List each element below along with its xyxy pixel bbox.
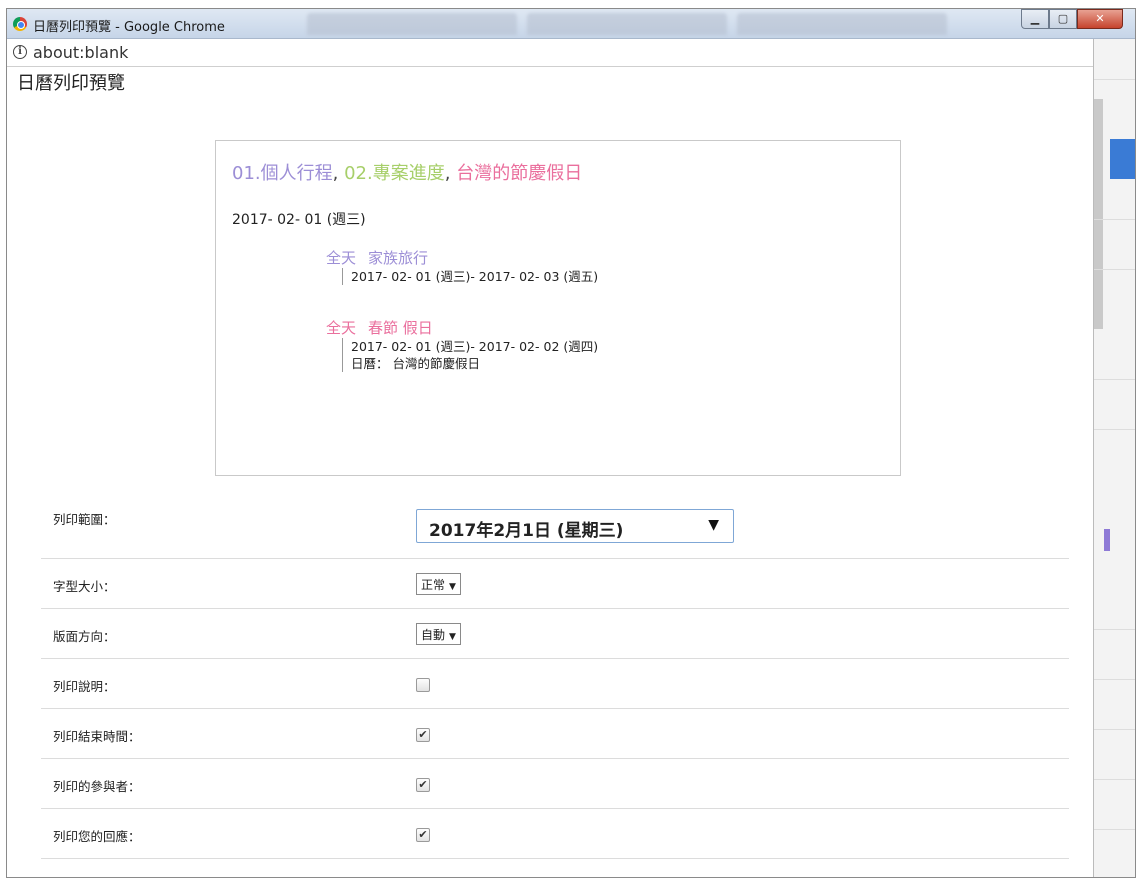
background-tab bbox=[527, 13, 727, 35]
dropdown-arrow-icon: ▼ bbox=[449, 632, 456, 642]
setting-row-response: 列印您的回應： ✔ bbox=[41, 809, 1069, 859]
divider bbox=[1094, 829, 1135, 830]
range-value: 2017年2月1日 (星期三) bbox=[429, 521, 624, 541]
maximize-button[interactable]: ▢ bbox=[1049, 9, 1077, 29]
event-range: 2017- 02- 01 (週三)- 2017- 02- 03 (週五) bbox=[351, 269, 599, 284]
day-date: 2017- 02- 01 (週三) bbox=[232, 212, 366, 228]
divider bbox=[1094, 219, 1135, 220]
setting-row-description: 列印說明： bbox=[41, 659, 1069, 709]
font-size-control: 正常 ▼ bbox=[416, 573, 461, 595]
description-checkbox[interactable] bbox=[416, 678, 430, 692]
end-time-control: ✔ bbox=[416, 728, 430, 742]
setting-row-font-size: 字型大小： 正常 ▼ bbox=[41, 559, 1069, 609]
event-allday: 全天 bbox=[326, 249, 357, 267]
divider bbox=[1094, 269, 1135, 270]
divider bbox=[1094, 679, 1135, 680]
event-calendar: 日曆： 台灣的節慶假日 bbox=[351, 356, 480, 371]
divider bbox=[1094, 729, 1135, 730]
browser-window: 日曆列印預覽 - Google Chrome ▁ ▢ ✕ i about:bla… bbox=[6, 8, 1136, 878]
orientation-select[interactable]: 自動 ▼ bbox=[416, 623, 461, 645]
background-marker bbox=[1104, 529, 1110, 551]
font-size-label: 字型大小： bbox=[53, 579, 116, 594]
response-control: ✔ bbox=[416, 828, 430, 842]
dropdown-arrow-icon: ▼ bbox=[708, 517, 719, 533]
close-button[interactable]: ✕ bbox=[1077, 9, 1123, 29]
background-window-strip bbox=[1093, 39, 1135, 877]
font-size-value: 正常 bbox=[421, 578, 446, 592]
event-allday: 全天 bbox=[326, 319, 357, 337]
response-checkbox[interactable]: ✔ bbox=[416, 828, 430, 842]
event-header: 全天 春節 假日 bbox=[326, 317, 598, 338]
attendees-control: ✔ bbox=[416, 778, 430, 792]
event-detail: 2017- 02- 01 (週三)- 2017- 02- 02 (週四) 日曆：… bbox=[342, 338, 598, 372]
divider bbox=[1094, 779, 1135, 780]
calendar-name: 台灣的節慶假日 bbox=[456, 163, 583, 184]
attendees-checkbox[interactable]: ✔ bbox=[416, 778, 430, 792]
title-bar: 日曆列印預覽 - Google Chrome ▁ ▢ ✕ bbox=[7, 9, 1135, 39]
background-tabs bbox=[297, 13, 957, 35]
end-time-label: 列印結束時間： bbox=[53, 729, 141, 744]
end-time-checkbox[interactable]: ✔ bbox=[416, 728, 430, 742]
page-heading: 日曆列印預覽 bbox=[17, 73, 125, 94]
orientation-value: 自動 bbox=[421, 628, 446, 642]
background-tab bbox=[307, 13, 517, 35]
description-control bbox=[416, 678, 430, 692]
event-item: 全天 春節 假日 2017- 02- 01 (週三)- 2017- 02- 02 … bbox=[326, 317, 598, 372]
divider bbox=[1094, 629, 1135, 630]
setting-row-range: 列印範圍： 2017年2月1日 (星期三) ▼ bbox=[41, 499, 1069, 559]
window-controls: ▁ ▢ ✕ bbox=[1021, 9, 1123, 31]
range-control: 2017年2月1日 (星期三) ▼ bbox=[416, 509, 734, 543]
calendar-list-title: 01.個人行程, 02.專案進度, 台灣的節慶假日 bbox=[232, 159, 582, 185]
separator: , bbox=[444, 163, 451, 184]
info-icon[interactable]: i bbox=[13, 45, 27, 59]
event-name: 春節 假日 bbox=[368, 319, 433, 337]
response-label: 列印您的回應： bbox=[53, 829, 141, 844]
scrollbar-thumb[interactable] bbox=[1094, 99, 1103, 329]
attendees-label: 列印的參與者： bbox=[53, 779, 141, 794]
event-header: 全天 家族旅行 bbox=[326, 247, 598, 268]
separator: , bbox=[332, 163, 339, 184]
print-preview: 01.個人行程, 02.專案進度, 台灣的節慶假日 2017- 02- 01 (… bbox=[215, 140, 901, 476]
divider bbox=[1094, 379, 1135, 380]
setting-row-orientation: 版面方向： 自動 ▼ bbox=[41, 609, 1069, 659]
event-item: 全天 家族旅行 2017- 02- 01 (週三)- 2017- 02- 03 (… bbox=[326, 247, 598, 285]
orientation-label: 版面方向： bbox=[53, 629, 116, 644]
divider bbox=[1094, 429, 1135, 430]
address-bar: i about:blank bbox=[7, 39, 1093, 67]
setting-row-end-time: 列印結束時間： ✔ bbox=[41, 709, 1069, 759]
calendar-name: 01.個人行程 bbox=[232, 163, 333, 184]
minimize-button[interactable]: ▁ bbox=[1021, 9, 1049, 29]
range-label: 列印範圍： bbox=[53, 512, 116, 527]
window-title: 日曆列印預覽 - Google Chrome bbox=[33, 20, 225, 35]
range-select[interactable]: 2017年2月1日 (星期三) ▼ bbox=[416, 509, 734, 543]
description-label: 列印說明： bbox=[53, 679, 116, 694]
font-size-select[interactable]: 正常 ▼ bbox=[416, 573, 461, 595]
dropdown-arrow-icon: ▼ bbox=[449, 582, 456, 592]
divider bbox=[1094, 79, 1135, 80]
event-range: 2017- 02- 01 (週三)- 2017- 02- 02 (週四) bbox=[351, 339, 599, 354]
setting-row-attendees: 列印的參與者： ✔ bbox=[41, 759, 1069, 809]
chrome-logo-icon bbox=[13, 17, 27, 31]
calendar-name: 02.專案進度 bbox=[344, 163, 445, 184]
background-highlight bbox=[1110, 139, 1135, 179]
event-detail: 2017- 02- 01 (週三)- 2017- 02- 03 (週五) bbox=[342, 268, 598, 285]
background-tab bbox=[737, 13, 947, 35]
event-name: 家族旅行 bbox=[368, 249, 429, 267]
url-text[interactable]: about:blank bbox=[33, 43, 128, 62]
orientation-control: 自動 ▼ bbox=[416, 623, 461, 645]
